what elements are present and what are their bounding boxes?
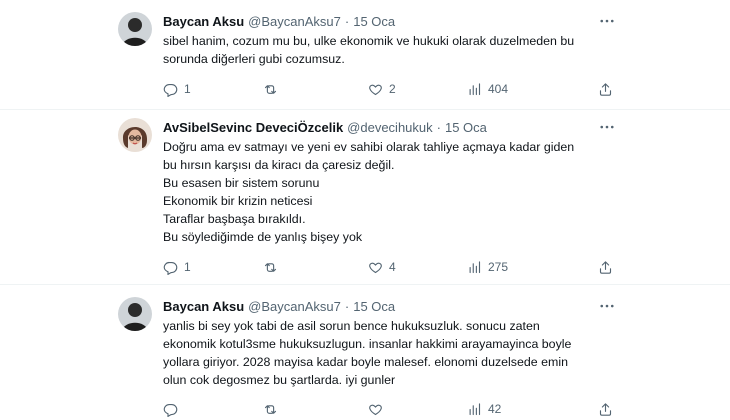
tweet-line: yanlis bi sey yok tabi de asil sorun ben… xyxy=(163,319,540,333)
reply-icon xyxy=(163,403,178,417)
author-name[interactable]: Baycan Aksu xyxy=(163,14,244,29)
like-button[interactable] xyxy=(368,402,389,417)
separator-dot: · xyxy=(436,119,441,135)
tweet-actions: 42 xyxy=(163,400,623,418)
like-count: 4 xyxy=(389,260,396,274)
author-handle[interactable]: @BaycanAksu7 xyxy=(248,14,341,29)
retweet-button[interactable] xyxy=(263,402,284,417)
views-button[interactable]: 42 xyxy=(467,402,501,417)
views-count: 404 xyxy=(488,82,509,96)
avatar[interactable] xyxy=(118,12,152,46)
tweet-3[interactable]: Baycan Aksu @BaycanAksu7 · 15 Oca yanlis… xyxy=(0,285,730,420)
tweet-header: Baycan Aksu @BaycanAksu7 · 15 Oca xyxy=(163,297,395,315)
heart-icon xyxy=(369,404,382,415)
tweet-date[interactable]: 15 Oca xyxy=(353,14,395,29)
tweet-date[interactable]: 15 Oca xyxy=(445,120,487,135)
like-button[interactable]: 4 xyxy=(368,260,396,275)
reply-count: 1 xyxy=(184,260,191,274)
reply-button[interactable]: 1 xyxy=(163,82,191,97)
like-count: 2 xyxy=(389,82,396,96)
tweet-date[interactable]: 15 Oca xyxy=(353,299,395,314)
author-name[interactable]: AvSibelSevinc DeveciÖzcelik xyxy=(163,120,343,135)
tweet-line: Bu esasen bir sistem sorunu xyxy=(163,176,320,190)
tweet-line: bu hırsın karşısı da kiracı da çaresiz d… xyxy=(163,158,395,172)
tweet-header: AvSibelSevinc DeveciÖzcelik @devecihukuk… xyxy=(163,118,487,136)
like-button[interactable]: 2 xyxy=(368,82,396,97)
share-icon xyxy=(599,260,612,274)
author-name[interactable]: Baycan Aksu xyxy=(163,299,244,314)
user-avatar-photo-icon xyxy=(118,118,152,152)
retweet-icon xyxy=(264,404,277,414)
tweet-1[interactable]: Baycan Aksu @BaycanAksu7 · 15 Oca sibel … xyxy=(0,0,730,110)
tweet-text: yanlis bi sey yok tabi de asil sorun ben… xyxy=(163,317,633,389)
views-button[interactable]: 404 xyxy=(467,82,508,97)
tweet-text: Doğru ama ev satmayı ve yeni ev sahibi o… xyxy=(163,138,633,246)
tweet-line: yollara giriyor. 2028 mayisa kadar boyle… xyxy=(163,355,568,369)
views-button[interactable]: 275 xyxy=(467,260,508,275)
tweet-line: sibel hanim, cozum mu bu, ulke ekonomik … xyxy=(163,34,575,48)
tweet-actions: 1 4 275 xyxy=(163,258,623,276)
retweet-icon xyxy=(264,262,277,272)
retweet-button[interactable] xyxy=(263,260,284,275)
tweet-line: sorunda diğerleri gubi cozumsuz. xyxy=(163,52,345,66)
share-icon xyxy=(599,402,612,416)
retweet-icon xyxy=(264,84,277,94)
share-icon xyxy=(599,82,612,96)
tweet-line: Ekonomik bir krizin neticesi xyxy=(163,194,313,208)
more-horizontal-icon[interactable] xyxy=(596,12,618,30)
views-chart-icon xyxy=(469,82,481,95)
user-avatar-dark-icon xyxy=(118,12,152,46)
separator-dot: · xyxy=(344,13,350,29)
tweet-line: Taraflar başbaşa bırakıldı. xyxy=(163,212,306,226)
reply-button[interactable] xyxy=(163,402,184,417)
user-avatar-dark-icon xyxy=(118,297,152,331)
share-button[interactable] xyxy=(598,402,613,417)
views-count: 275 xyxy=(488,260,509,274)
share-button[interactable] xyxy=(598,82,613,97)
heart-icon xyxy=(369,84,382,95)
heart-icon xyxy=(369,262,382,273)
tweet-text: sibel hanim, cozum mu bu, ulke ekonomik … xyxy=(163,32,633,68)
tweet-line: olun cok degosmez bu şartlarda. iyi gunl… xyxy=(163,373,396,387)
tweet-actions: 1 2 404 xyxy=(163,80,623,98)
reply-icon xyxy=(163,83,178,97)
reply-button[interactable]: 1 xyxy=(163,260,191,275)
more-horizontal-icon[interactable] xyxy=(596,297,618,315)
views-count: 42 xyxy=(488,402,502,416)
avatar[interactable] xyxy=(118,118,152,152)
share-button[interactable] xyxy=(598,260,613,275)
author-handle[interactable]: @BaycanAksu7 xyxy=(248,299,341,314)
tweet-header: Baycan Aksu @BaycanAksu7 · 15 Oca xyxy=(163,12,395,30)
views-chart-icon xyxy=(469,402,481,415)
reply-icon xyxy=(163,261,178,275)
tweet-line: ekonomik kotul3sme hukuksuzlugun. insanl… xyxy=(163,337,572,351)
tweet-line: Bu söylediğimde de yanlış bişey yok xyxy=(163,230,363,244)
avatar[interactable] xyxy=(118,297,152,331)
retweet-button[interactable] xyxy=(263,82,284,97)
author-handle[interactable]: @devecihukuk xyxy=(347,120,432,135)
more-horizontal-icon[interactable] xyxy=(596,118,618,136)
tweet-line: Doğru ama ev satmayı ve yeni ev sahibi o… xyxy=(163,140,575,154)
views-chart-icon xyxy=(469,260,481,273)
separator-dot: · xyxy=(344,298,350,314)
tweet-2[interactable]: AvSibelSevinc DeveciÖzcelik @devecihukuk… xyxy=(0,110,730,285)
reply-count: 1 xyxy=(184,82,191,96)
